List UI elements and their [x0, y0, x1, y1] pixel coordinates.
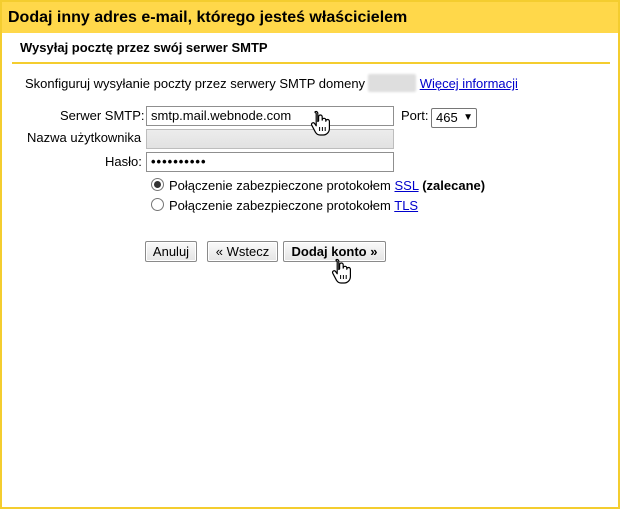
port-label: Port: [401, 108, 429, 123]
port-select-value: 465 [436, 110, 458, 125]
ssl-link[interactable]: SSL [394, 178, 418, 193]
dialog-frame: Dodaj inny adres e-mail, którego jesteś … [0, 0, 620, 509]
hand-pointer-icon [310, 110, 330, 136]
ssl-radio[interactable] [151, 178, 164, 191]
ssl-recommended-note: (zalecane) [422, 178, 486, 193]
hand-pointer-icon [331, 258, 351, 284]
more-info-link[interactable]: Więcej informacji [420, 76, 518, 91]
back-button[interactable]: « Wstecz [207, 241, 278, 262]
description-text: Skonfiguruj wysyłanie poczty przez serwe… [25, 76, 366, 91]
redacted-domain [368, 74, 417, 92]
description: Skonfiguruj wysyłanie poczty przez serwe… [25, 74, 518, 92]
username-input[interactable] [146, 129, 394, 149]
username-label: Nazwa użytkownika [27, 130, 142, 145]
tls-radio[interactable] [151, 198, 164, 211]
smtp-server-label: Serwer SMTP: [60, 108, 145, 123]
tls-text: Połączenie zabezpieczone protokołem [169, 198, 391, 213]
password-input[interactable]: •••••••••• [146, 152, 394, 172]
ssl-option[interactable]: Połączenie zabezpieczone protokołem SSL … [151, 178, 485, 193]
chevron-down-icon: ▼ [463, 112, 473, 123]
dialog-title: Dodaj inny adres e-mail, którego jesteś … [2, 2, 618, 33]
password-label: Hasło: [105, 154, 142, 169]
section-divider [12, 62, 610, 64]
cancel-button[interactable]: Anuluj [145, 241, 197, 262]
tls-link[interactable]: TLS [394, 198, 418, 213]
section-title: Wysyłaj pocztę przez swój serwer SMTP [20, 40, 268, 55]
tls-option[interactable]: Połączenie zabezpieczone protokołem TLS [151, 198, 418, 213]
port-select[interactable]: 465 ▼ [431, 108, 477, 128]
smtp-server-input[interactable]: smtp.mail.webnode.com [146, 106, 394, 126]
ssl-text: Połączenie zabezpieczone protokołem [169, 178, 391, 193]
